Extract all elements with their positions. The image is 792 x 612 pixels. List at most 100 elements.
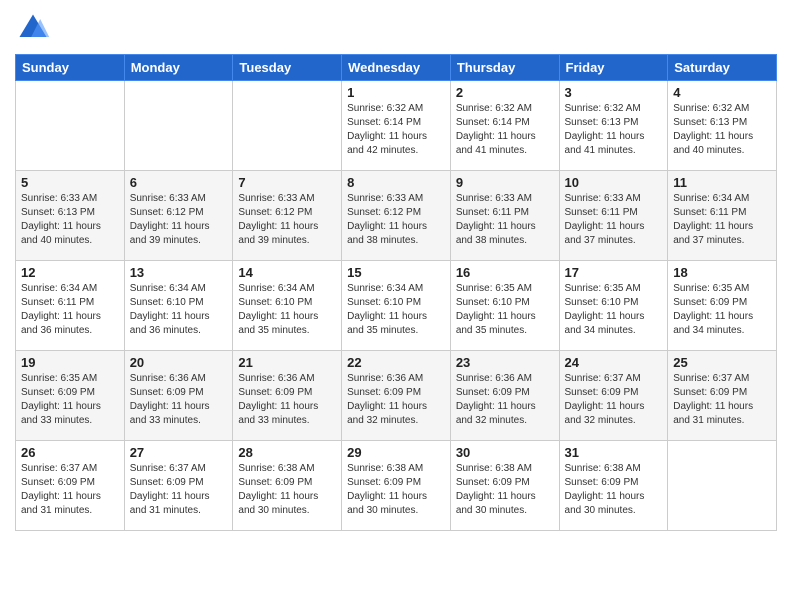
col-wednesday: Wednesday: [342, 55, 451, 81]
calendar-cell: 28 Sunrise: 6:38 AM Sunset: 6:09 PM Dayli…: [233, 441, 342, 531]
day-number: 21: [238, 355, 336, 370]
col-thursday: Thursday: [450, 55, 559, 81]
calendar-cell: 29 Sunrise: 6:38 AM Sunset: 6:09 PM Dayli…: [342, 441, 451, 531]
header: [15, 10, 777, 46]
day-info: Sunrise: 6:34 AM Sunset: 6:10 PM Dayligh…: [347, 282, 445, 338]
calendar-cell: 10 Sunrise: 6:33 AM Sunset: 6:11 PM Dayli…: [559, 171, 668, 261]
calendar-cell: 17 Sunrise: 6:35 AM Sunset: 6:10 PM Dayli…: [559, 261, 668, 351]
logo-icon: [15, 10, 51, 46]
day-info: Sunrise: 6:34 AM Sunset: 6:10 PM Dayligh…: [130, 282, 228, 338]
calendar-cell: 19 Sunrise: 6:35 AM Sunset: 6:09 PM Dayli…: [16, 351, 125, 441]
day-number: 9: [456, 175, 554, 190]
day-info: Sunrise: 6:32 AM Sunset: 6:14 PM Dayligh…: [347, 102, 445, 158]
col-friday: Friday: [559, 55, 668, 81]
day-number: 1: [347, 85, 445, 100]
day-info: Sunrise: 6:37 AM Sunset: 6:09 PM Dayligh…: [21, 462, 119, 518]
day-info: Sunrise: 6:34 AM Sunset: 6:11 PM Dayligh…: [673, 192, 771, 248]
calendar-cell: 22Sunrise: 6:36 AM Sunset: 6:09 PM Dayli…: [342, 351, 451, 441]
calendar-week-1: 1 Sunrise: 6:32 AM Sunset: 6:14 PM Daylig…: [16, 81, 777, 171]
calendar-cell: 15 Sunrise: 6:34 AM Sunset: 6:10 PM Dayli…: [342, 261, 451, 351]
day-number: 6: [130, 175, 228, 190]
calendar-cell: 6 Sunrise: 6:33 AM Sunset: 6:12 PM Daylig…: [124, 171, 233, 261]
col-tuesday: Tuesday: [233, 55, 342, 81]
calendar-week-3: 12 Sunrise: 6:34 AM Sunset: 6:11 PM Dayli…: [16, 261, 777, 351]
calendar-cell: [124, 81, 233, 171]
calendar-cell: 9 Sunrise: 6:33 AM Sunset: 6:11 PM Daylig…: [450, 171, 559, 261]
day-info: Sunrise: 6:33 AM Sunset: 6:12 PM Dayligh…: [347, 192, 445, 248]
calendar-cell: 7 Sunrise: 6:33 AM Sunset: 6:12 PM Daylig…: [233, 171, 342, 261]
calendar-cell: [233, 81, 342, 171]
calendar-cell: 20 Sunrise: 6:36 AM Sunset: 6:09 PM Dayli…: [124, 351, 233, 441]
day-number: 11: [673, 175, 771, 190]
day-info: Sunrise: 6:37 AM Sunset: 6:09 PM Dayligh…: [673, 372, 771, 428]
calendar-cell: 21 Sunrise: 6:36 AM Sunset: 6:09 PM Dayli…: [233, 351, 342, 441]
day-number: 8: [347, 175, 445, 190]
day-number: 14: [238, 265, 336, 280]
calendar-table: Sunday Monday Tuesday Wednesday Thursday…: [15, 54, 777, 531]
day-number: 30: [456, 445, 554, 460]
day-info: Sunrise: 6:35 AM Sunset: 6:09 PM Dayligh…: [21, 372, 119, 428]
calendar-cell: 30 Sunrise: 6:38 AM Sunset: 6:09 PM Dayli…: [450, 441, 559, 531]
day-info: Sunrise: 6:34 AM Sunset: 6:10 PM Dayligh…: [238, 282, 336, 338]
calendar-cell: 27 Sunrise: 6:37 AM Sunset: 6:09 PM Dayli…: [124, 441, 233, 531]
day-info: Sunrise: 6:33 AM Sunset: 6:11 PM Dayligh…: [456, 192, 554, 248]
day-info: Sunrise: 6:37 AM Sunset: 6:09 PM Dayligh…: [565, 372, 663, 428]
day-number: 24: [565, 355, 663, 370]
day-number: 31: [565, 445, 663, 460]
day-number: 17: [565, 265, 663, 280]
day-info: Sunrise: 6:33 AM Sunset: 6:11 PM Dayligh…: [565, 192, 663, 248]
day-number: 19: [21, 355, 119, 370]
day-number: 20: [130, 355, 228, 370]
day-info: Sunrise: 6:38 AM Sunset: 6:09 PM Dayligh…: [456, 462, 554, 518]
page: Sunday Monday Tuesday Wednesday Thursday…: [0, 0, 792, 612]
day-number: 12: [21, 265, 119, 280]
day-number: 18: [673, 265, 771, 280]
calendar-cell: 1 Sunrise: 6:32 AM Sunset: 6:14 PM Daylig…: [342, 81, 451, 171]
day-info: Sunrise: 6:32 AM Sunset: 6:14 PM Dayligh…: [456, 102, 554, 158]
day-number: 23: [456, 355, 554, 370]
calendar-cell: 18Sunrise: 6:35 AM Sunset: 6:09 PM Dayli…: [668, 261, 777, 351]
day-info: Sunrise: 6:36 AM Sunset: 6:09 PM Dayligh…: [238, 372, 336, 428]
day-number: 15: [347, 265, 445, 280]
day-info: Sunrise: 6:37 AM Sunset: 6:09 PM Dayligh…: [130, 462, 228, 518]
calendar-cell: [16, 81, 125, 171]
day-info: Sunrise: 6:38 AM Sunset: 6:09 PM Dayligh…: [238, 462, 336, 518]
calendar-cell: 25Sunrise: 6:37 AM Sunset: 6:09 PM Dayli…: [668, 351, 777, 441]
day-info: Sunrise: 6:38 AM Sunset: 6:09 PM Dayligh…: [347, 462, 445, 518]
calendar-cell: 2 Sunrise: 6:32 AM Sunset: 6:14 PM Daylig…: [450, 81, 559, 171]
calendar-week-4: 19 Sunrise: 6:35 AM Sunset: 6:09 PM Dayli…: [16, 351, 777, 441]
day-number: 2: [456, 85, 554, 100]
calendar-cell: 31 Sunrise: 6:38 AM Sunset: 6:09 PM Dayli…: [559, 441, 668, 531]
calendar-cell: 24 Sunrise: 6:37 AM Sunset: 6:09 PM Dayli…: [559, 351, 668, 441]
calendar-week-5: 26 Sunrise: 6:37 AM Sunset: 6:09 PM Dayli…: [16, 441, 777, 531]
day-number: 28: [238, 445, 336, 460]
calendar-cell: 13 Sunrise: 6:34 AM Sunset: 6:10 PM Dayli…: [124, 261, 233, 351]
col-monday: Monday: [124, 55, 233, 81]
day-info: Sunrise: 6:33 AM Sunset: 6:13 PM Dayligh…: [21, 192, 119, 248]
day-number: 7: [238, 175, 336, 190]
day-info: Sunrise: 6:32 AM Sunset: 6:13 PM Dayligh…: [673, 102, 771, 158]
day-number: 29: [347, 445, 445, 460]
day-number: 4: [673, 85, 771, 100]
calendar-cell: 4 Sunrise: 6:32 AM Sunset: 6:13 PM Daylig…: [668, 81, 777, 171]
day-info: Sunrise: 6:36 AM Sunset: 6:09 PM Dayligh…: [456, 372, 554, 428]
day-info: Sunrise: 6:36 AM Sunset: 6:09 PM Dayligh…: [130, 372, 228, 428]
calendar-cell: [668, 441, 777, 531]
day-number: 3: [565, 85, 663, 100]
day-info: Sunrise: 6:33 AM Sunset: 6:12 PM Dayligh…: [238, 192, 336, 248]
day-number: 13: [130, 265, 228, 280]
day-info: Sunrise: 6:33 AM Sunset: 6:12 PM Dayligh…: [130, 192, 228, 248]
day-number: 22: [347, 355, 445, 370]
day-number: 16: [456, 265, 554, 280]
day-number: 10: [565, 175, 663, 190]
day-info: Sunrise: 6:38 AM Sunset: 6:09 PM Dayligh…: [565, 462, 663, 518]
calendar-cell: 16Sunrise: 6:35 AM Sunset: 6:10 PM Dayli…: [450, 261, 559, 351]
day-info: Sunrise: 6:32 AM Sunset: 6:13 PM Dayligh…: [565, 102, 663, 158]
calendar-cell: 26 Sunrise: 6:37 AM Sunset: 6:09 PM Dayli…: [16, 441, 125, 531]
day-info: Sunrise: 6:34 AM Sunset: 6:11 PM Dayligh…: [21, 282, 119, 338]
day-number: 5: [21, 175, 119, 190]
logo: [15, 10, 55, 46]
day-number: 27: [130, 445, 228, 460]
day-info: Sunrise: 6:35 AM Sunset: 6:10 PM Dayligh…: [565, 282, 663, 338]
day-number: 26: [21, 445, 119, 460]
